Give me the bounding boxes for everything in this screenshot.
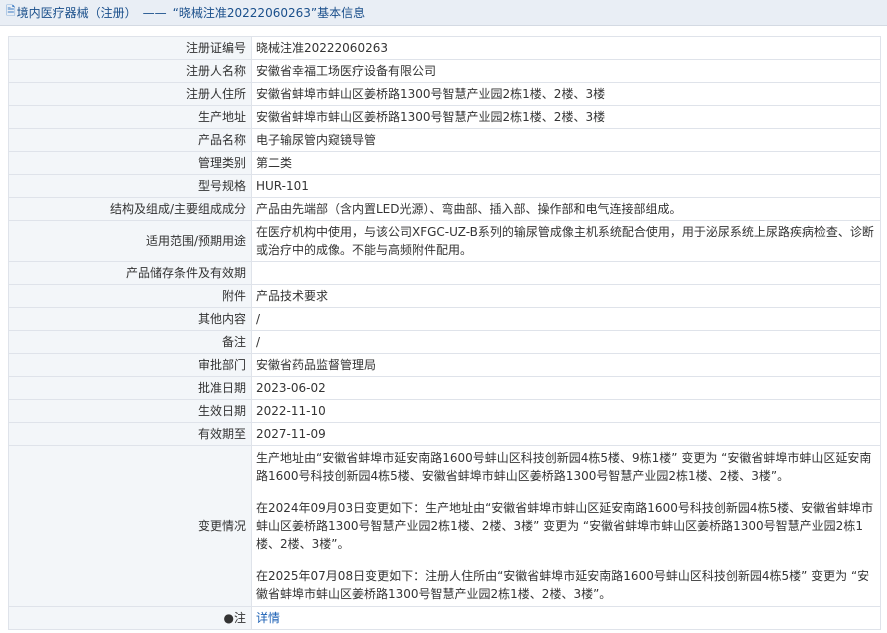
row-value: 安徽省药品监督管理局 xyxy=(251,353,881,377)
table-row-note: ●注 详情 xyxy=(8,606,881,630)
table-row: 批准日期 2023-06-02 xyxy=(8,376,881,400)
row-value: 安徽省幸福工场医疗设备有限公司 xyxy=(251,59,881,83)
row-value: 在医疗机构中使用，与该公司XFGC-UZ-B系列的输尿管成像主机系统配合使用，用… xyxy=(251,220,881,262)
table-row: 生产地址 安徽省蚌埠市蚌山区姜桥路1300号智慧产业园2栋1楼、2楼、3楼 xyxy=(8,105,881,129)
row-value xyxy=(251,261,881,285)
row-label: 注册人名称 xyxy=(8,59,252,83)
row-value: HUR-101 xyxy=(251,174,881,198)
table-row-changes: 变更情况 生产地址由“安徽省蚌埠市延安南路1600号蚌山区科技创新园4栋5楼、9… xyxy=(8,445,881,607)
note-label: ●注 xyxy=(8,606,252,630)
table-row: 型号规格 HUR-101 xyxy=(8,174,881,198)
row-label: 备注 xyxy=(8,330,252,354)
table-row: 产品名称 电子输尿管内窥镜导管 xyxy=(8,128,881,152)
row-value: 产品技术要求 xyxy=(251,284,881,308)
note-value: 详情 xyxy=(251,606,881,630)
table-row: 注册人住所 安徽省蚌埠市蚌山区姜桥路1300号智慧产业园2栋1楼、2楼、3楼 xyxy=(8,82,881,106)
changes-value: 生产地址由“安徽省蚌埠市延安南路1600号蚌山区科技创新园4栋5楼、9栋1楼” … xyxy=(251,445,881,607)
header-category: 境内医疗器械（注册） xyxy=(16,6,137,20)
table-row: 注册证编号 晓械注准20222060263 xyxy=(8,36,881,60)
table-row: 附件 产品技术要求 xyxy=(8,284,881,308)
change-entry: 生产地址由“安徽省蚌埠市延安南路1600号蚌山区科技创新园4栋5楼、9栋1楼” … xyxy=(256,451,872,483)
info-table: 注册证编号 晓械注准20222060263 注册人名称 安徽省幸福工场医疗设备有限公… xyxy=(8,36,881,630)
row-value: 电子输尿管内窥镜导管 xyxy=(251,128,881,152)
row-label: 其他内容 xyxy=(8,307,252,331)
header-title: “晓械注准20222060263”基本信息 xyxy=(172,6,366,20)
row-label: 管理类别 xyxy=(8,151,252,175)
change-entry: 在2025年07月08日变更如下：注册人住所由“安徽省蚌埠市延安南路1600号蚌… xyxy=(256,569,870,601)
row-value: 第二类 xyxy=(251,151,881,175)
table-row: 审批部门 安徽省药品监督管理局 xyxy=(8,353,881,377)
row-label: 批准日期 xyxy=(8,376,252,400)
row-value: 2027-11-09 xyxy=(251,422,881,446)
row-value: 安徽省蚌埠市蚌山区姜桥路1300号智慧产业园2栋1楼、2楼、3楼 xyxy=(251,82,881,106)
table-row: 适用范围/预期用途 在医疗机构中使用，与该公司XFGC-UZ-B系列的输尿管成像主… xyxy=(8,220,881,262)
row-value: / xyxy=(251,330,881,354)
row-label: 结构及组成/主要组成成分 xyxy=(8,197,252,221)
table-row: 管理类别 第二类 xyxy=(8,151,881,175)
row-label: 适用范围/预期用途 xyxy=(8,220,252,262)
row-label: 注册人住所 xyxy=(8,82,252,106)
change-entry: 在2024年09月03日变更如下：生产地址由“安徽省蚌埠市蚌山区延安南路1600… xyxy=(256,501,874,551)
table-row: 产品储存条件及有效期 xyxy=(8,261,881,285)
row-label: 生产地址 xyxy=(8,105,252,129)
row-label: 有效期至 xyxy=(8,422,252,446)
table-row: 注册人名称 安徽省幸福工场医疗设备有限公司 xyxy=(8,59,881,83)
row-value: 安徽省蚌埠市蚌山区姜桥路1300号智慧产业园2栋1楼、2楼、3楼 xyxy=(251,105,881,129)
row-label: 附件 xyxy=(8,284,252,308)
row-value: 产品由先端部（含内置LED光源）、弯曲部、插入部、操作部和电气连接部组成。 xyxy=(251,197,881,221)
info-table-container: 注册证编号 晓械注准20222060263 注册人名称 安徽省幸福工场医疗设备有限公… xyxy=(8,36,881,630)
table-row: 其他内容 / xyxy=(8,307,881,331)
row-value: / xyxy=(251,307,881,331)
row-value: 2023-06-02 xyxy=(251,376,881,400)
table-row: 备注 / xyxy=(8,330,881,354)
changes-label: 变更情况 xyxy=(8,445,252,607)
row-label: 审批部门 xyxy=(8,353,252,377)
detail-link[interactable]: 详情 xyxy=(256,611,280,625)
table-row: 结构及组成/主要组成成分 产品由先端部（含内置LED光源）、弯曲部、插入部、操作部… xyxy=(8,197,881,221)
row-label: 产品名称 xyxy=(8,128,252,152)
header-separator: —— xyxy=(142,5,167,20)
table-row: 生效日期 2022-11-10 xyxy=(8,399,881,423)
row-value: 2022-11-10 xyxy=(251,399,881,423)
row-label: 生效日期 xyxy=(8,399,252,423)
row-label: 产品储存条件及有效期 xyxy=(8,261,252,285)
row-label: 型号规格 xyxy=(8,174,252,198)
table-row: 有效期至 2027-11-09 xyxy=(8,422,881,446)
row-value: 晓械注准20222060263 xyxy=(251,36,881,60)
page-header: 🗎 境内医疗器械（注册） —— “晓械注准20222060263”基本信息 xyxy=(0,0,887,26)
row-label: 注册证编号 xyxy=(8,36,252,60)
document-icon: 🗎 xyxy=(6,4,16,18)
